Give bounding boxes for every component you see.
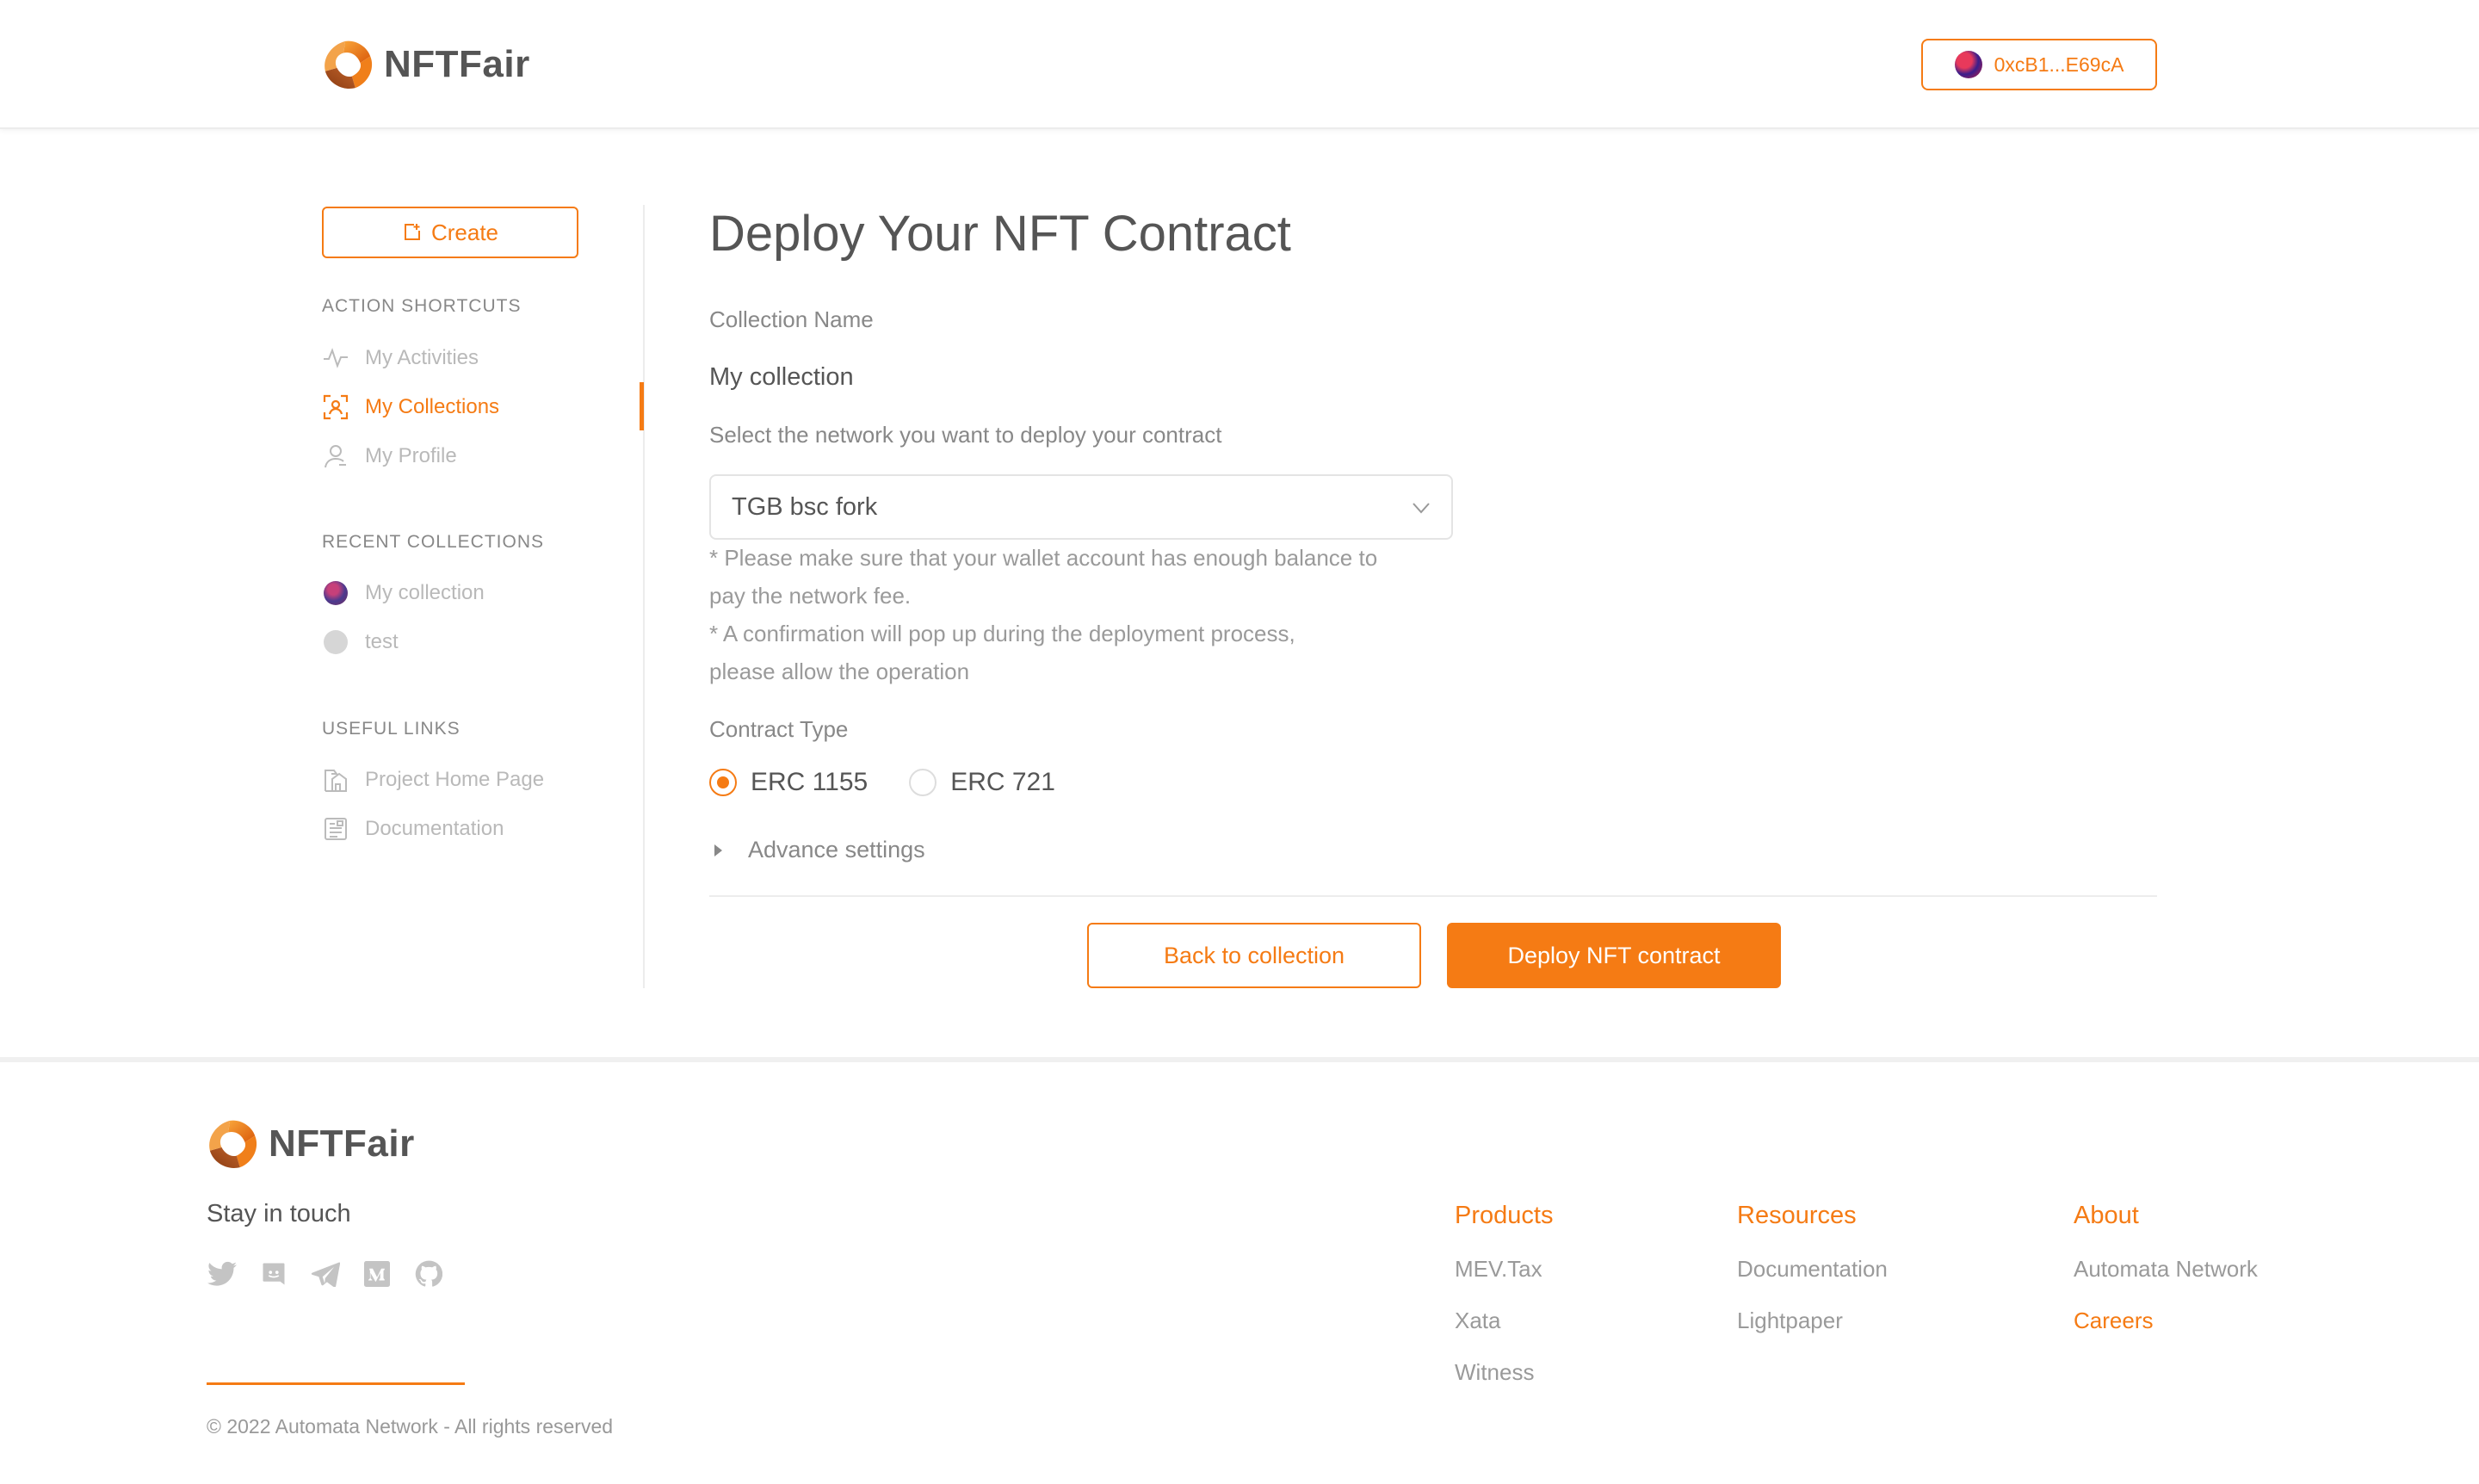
discord-icon[interactable] bbox=[258, 1258, 289, 1289]
link-documentation[interactable]: Documentation bbox=[322, 812, 504, 846]
advance-settings-label: Advance settings bbox=[748, 837, 925, 863]
copyright: © 2022 Automata Network - All rights res… bbox=[207, 1415, 614, 1438]
confirmation-note-line: please allow the operation bbox=[709, 659, 970, 684]
sidebar-item-label: My Activities bbox=[365, 346, 479, 369]
back-to-collection-button[interactable]: Back to collection bbox=[1087, 923, 1421, 988]
footer-link-documentation[interactable]: Documentation bbox=[1737, 1256, 1888, 1308]
radio-label: ERC 1155 bbox=[751, 768, 869, 796]
create-icon bbox=[404, 224, 420, 240]
advance-settings-toggle[interactable]: Advance settings bbox=[709, 837, 925, 863]
page-title: Deploy Your NFT Contract bbox=[709, 206, 1291, 262]
recent-collection-item[interactable]: My collection bbox=[322, 576, 485, 610]
sidebar-divider bbox=[643, 205, 645, 988]
telegram-icon[interactable] bbox=[310, 1258, 341, 1289]
footer-column-title: Resources bbox=[1737, 1202, 1857, 1229]
nftfair-logo-icon bbox=[209, 1120, 257, 1168]
medium-icon[interactable] bbox=[362, 1258, 393, 1289]
social-links bbox=[207, 1258, 465, 1289]
footer-brand-name: NFTFair bbox=[269, 1122, 415, 1165]
caret-right-icon bbox=[714, 844, 722, 856]
brand-name: NFTFair bbox=[384, 43, 530, 85]
footer-logo[interactable]: NFTFair bbox=[207, 1117, 415, 1171]
twitter-icon[interactable] bbox=[207, 1258, 238, 1289]
nftfair-logo-icon bbox=[325, 40, 373, 89]
chevron-down-icon bbox=[1413, 503, 1430, 514]
collection-name-value: My collection bbox=[709, 363, 854, 391]
user-icon bbox=[322, 442, 349, 470]
recent-collection-label: My collection bbox=[365, 581, 485, 604]
footer-link-xata[interactable]: Xata bbox=[1455, 1308, 1553, 1359]
wallet-address: 0xcB1...E69cA bbox=[1994, 53, 2124, 76]
network-selected-value: TGB bsc fork bbox=[732, 492, 878, 521]
recent-collections-title: RECENT COLLECTIONS bbox=[322, 532, 544, 552]
footer-column-products: Products MEV.Tax Xata Witness bbox=[1455, 1202, 1553, 1411]
footer-column-resources: Resources Documentation Lightpaper bbox=[1737, 1202, 1888, 1359]
radio-erc-721[interactable]: ERC 721 bbox=[909, 768, 1055, 797]
collections-icon bbox=[322, 393, 349, 421]
document-icon bbox=[322, 815, 349, 843]
sidebar-item-label: My Profile bbox=[365, 444, 457, 467]
footer-column-title: About bbox=[2074, 1202, 2139, 1229]
footer-column-about: About Automata Network Careers bbox=[2074, 1202, 2258, 1359]
activity-icon bbox=[322, 344, 349, 372]
recent-collection-item[interactable]: test bbox=[322, 625, 399, 659]
radio-label: ERC 721 bbox=[950, 768, 1055, 796]
radio-erc-1155[interactable]: ERC 1155 bbox=[709, 768, 868, 797]
contract-type-label: Contract Type bbox=[709, 716, 849, 742]
action-shortcuts-title: ACTION SHORTCUTS bbox=[322, 296, 522, 316]
useful-links-title: USEFUL LINKS bbox=[322, 719, 461, 739]
network-label: Select the network you want to deploy yo… bbox=[709, 422, 1222, 448]
footer-column-title: Products bbox=[1455, 1202, 1554, 1229]
home-icon bbox=[322, 766, 349, 794]
link-label: Documentation bbox=[365, 817, 504, 840]
wallet-address-button[interactable]: 0xcB1...E69cA bbox=[1921, 39, 2157, 90]
footer-accent-line bbox=[207, 1382, 465, 1385]
confirmation-note-line: * A confirmation will pop up during the … bbox=[709, 621, 1295, 646]
collection-name-label: Collection Name bbox=[709, 306, 874, 332]
footer-link-lightpaper[interactable]: Lightpaper bbox=[1737, 1308, 1888, 1359]
network-select[interactable]: TGB bsc fork bbox=[709, 474, 1453, 540]
sidebar-item-label: My Collections bbox=[365, 395, 500, 418]
network-fee-note-line: pay the network fee. bbox=[709, 583, 912, 609]
create-label: Create bbox=[430, 219, 499, 245]
link-label: Project Home Page bbox=[365, 768, 545, 791]
github-icon[interactable] bbox=[413, 1258, 444, 1289]
deploy-nft-contract-button[interactable]: Deploy NFT contract bbox=[1447, 923, 1781, 988]
create-button[interactable]: Create bbox=[322, 207, 578, 258]
sidebar: Create ACTION SHORTCUTS My Activities My… bbox=[322, 205, 640, 988]
collection-avatar bbox=[322, 628, 349, 656]
network-fee-note-line: * Please make sure that your wallet acco… bbox=[709, 545, 1378, 571]
form-divider bbox=[709, 895, 2157, 897]
stay-in-touch-label: Stay in touch bbox=[207, 1200, 351, 1227]
collection-avatar bbox=[322, 579, 349, 607]
sidebar-item-my-collections[interactable]: My Collections bbox=[322, 390, 499, 424]
footer-link-mev-tax[interactable]: MEV.Tax bbox=[1455, 1256, 1553, 1308]
sidebar-item-my-activities[interactable]: My Activities bbox=[322, 341, 479, 375]
footer: NFTFair Stay in touch © 2022 Automata Ne… bbox=[0, 1057, 2479, 1484]
footer-link-automata-network[interactable]: Automata Network bbox=[2074, 1256, 2258, 1308]
footer-link-witness[interactable]: Witness bbox=[1455, 1359, 1553, 1411]
recent-collection-label: test bbox=[365, 630, 399, 653]
contract-type-radio-group: ERC 1155 ERC 721 bbox=[709, 768, 1097, 797]
footer-link-careers[interactable]: Careers bbox=[2074, 1308, 2258, 1359]
top-header: NFTFair 0xcB1...E69cA bbox=[0, 0, 2479, 129]
link-project-home-page[interactable]: Project Home Page bbox=[322, 763, 544, 797]
wallet-avatar bbox=[1954, 51, 1982, 78]
header-logo[interactable]: NFTFair bbox=[322, 38, 530, 91]
sidebar-item-my-profile[interactable]: My Profile bbox=[322, 439, 457, 473]
radio-circle-checked[interactable] bbox=[709, 769, 737, 796]
radio-circle-unchecked[interactable] bbox=[909, 769, 937, 796]
